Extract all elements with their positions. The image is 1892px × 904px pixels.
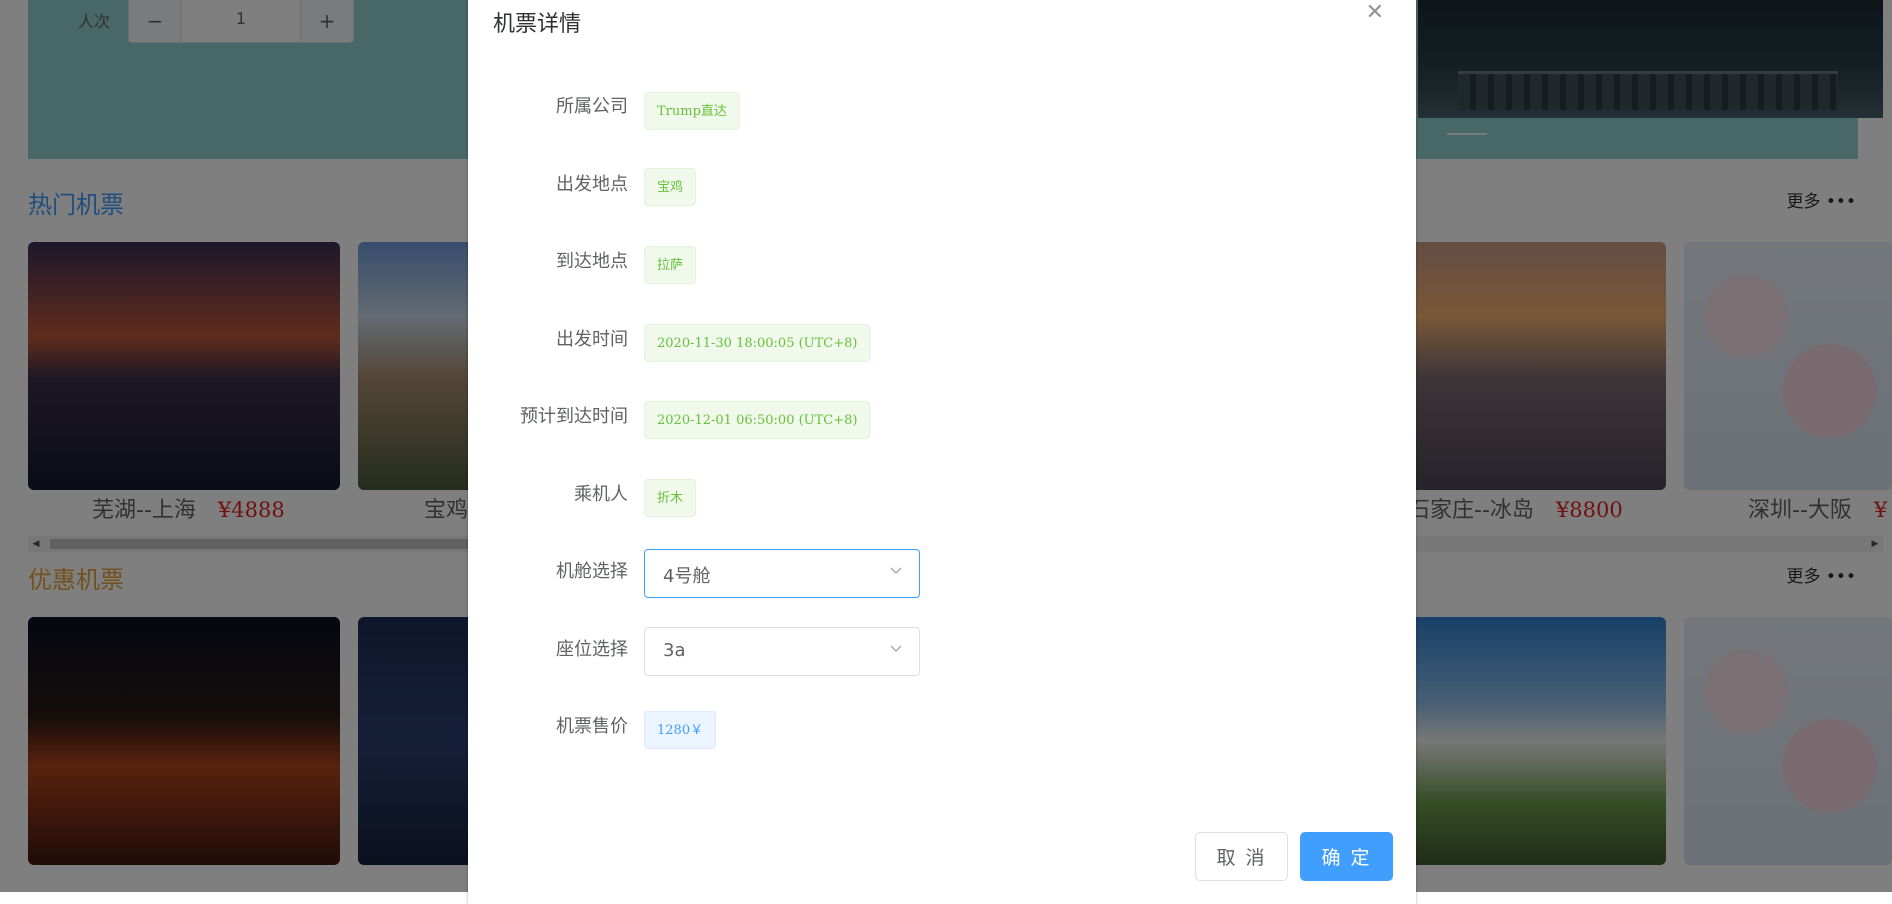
arrival-time-tag: 2020-12-01 06:50:00 (UTC+8) xyxy=(644,401,871,439)
price-label: 机票售价 xyxy=(556,716,628,737)
passenger-label: 乘机人 xyxy=(574,484,628,505)
departure-time-tag: 2020-11-30 18:00:05 (UTC+8) xyxy=(644,324,871,362)
price-tag: 1280￥ xyxy=(644,711,717,749)
arrival-time-label: 预计到达时间 xyxy=(520,406,628,427)
seat-select[interactable]: 3a xyxy=(644,627,920,676)
seat-label: 座位选择 xyxy=(556,639,628,660)
chevron-down-icon xyxy=(890,567,902,574)
arrival-place-tag: 拉萨 xyxy=(644,246,697,284)
seat-select-value: 3a xyxy=(663,640,686,661)
cabin-select[interactable]: 4号舱 xyxy=(644,549,920,598)
dialog-title: 机票详情 xyxy=(493,12,582,37)
departure-time-label: 出发时间 xyxy=(556,329,628,350)
ticket-detail-dialog: 机票详情 ✕ 所属公司 Trump直达 出发地点 宝鸡 到达地点 拉萨 出发时间… xyxy=(468,0,1416,904)
cabin-label: 机舱选择 xyxy=(556,561,628,582)
departure-place-tag: 宝鸡 xyxy=(644,168,697,206)
passenger-tag: 折木 xyxy=(644,479,697,517)
confirm-button[interactable]: 确 定 xyxy=(1300,832,1393,881)
arrival-place-label: 到达地点 xyxy=(556,251,628,272)
departure-place-label: 出发地点 xyxy=(556,174,628,195)
chevron-down-icon xyxy=(890,645,902,652)
company-tag: Trump直达 xyxy=(644,92,740,130)
cabin-select-value: 4号舱 xyxy=(663,566,711,587)
company-label: 所属公司 xyxy=(556,96,628,117)
close-icon[interactable]: ✕ xyxy=(1366,2,1384,24)
cancel-button[interactable]: 取 消 xyxy=(1195,832,1288,881)
